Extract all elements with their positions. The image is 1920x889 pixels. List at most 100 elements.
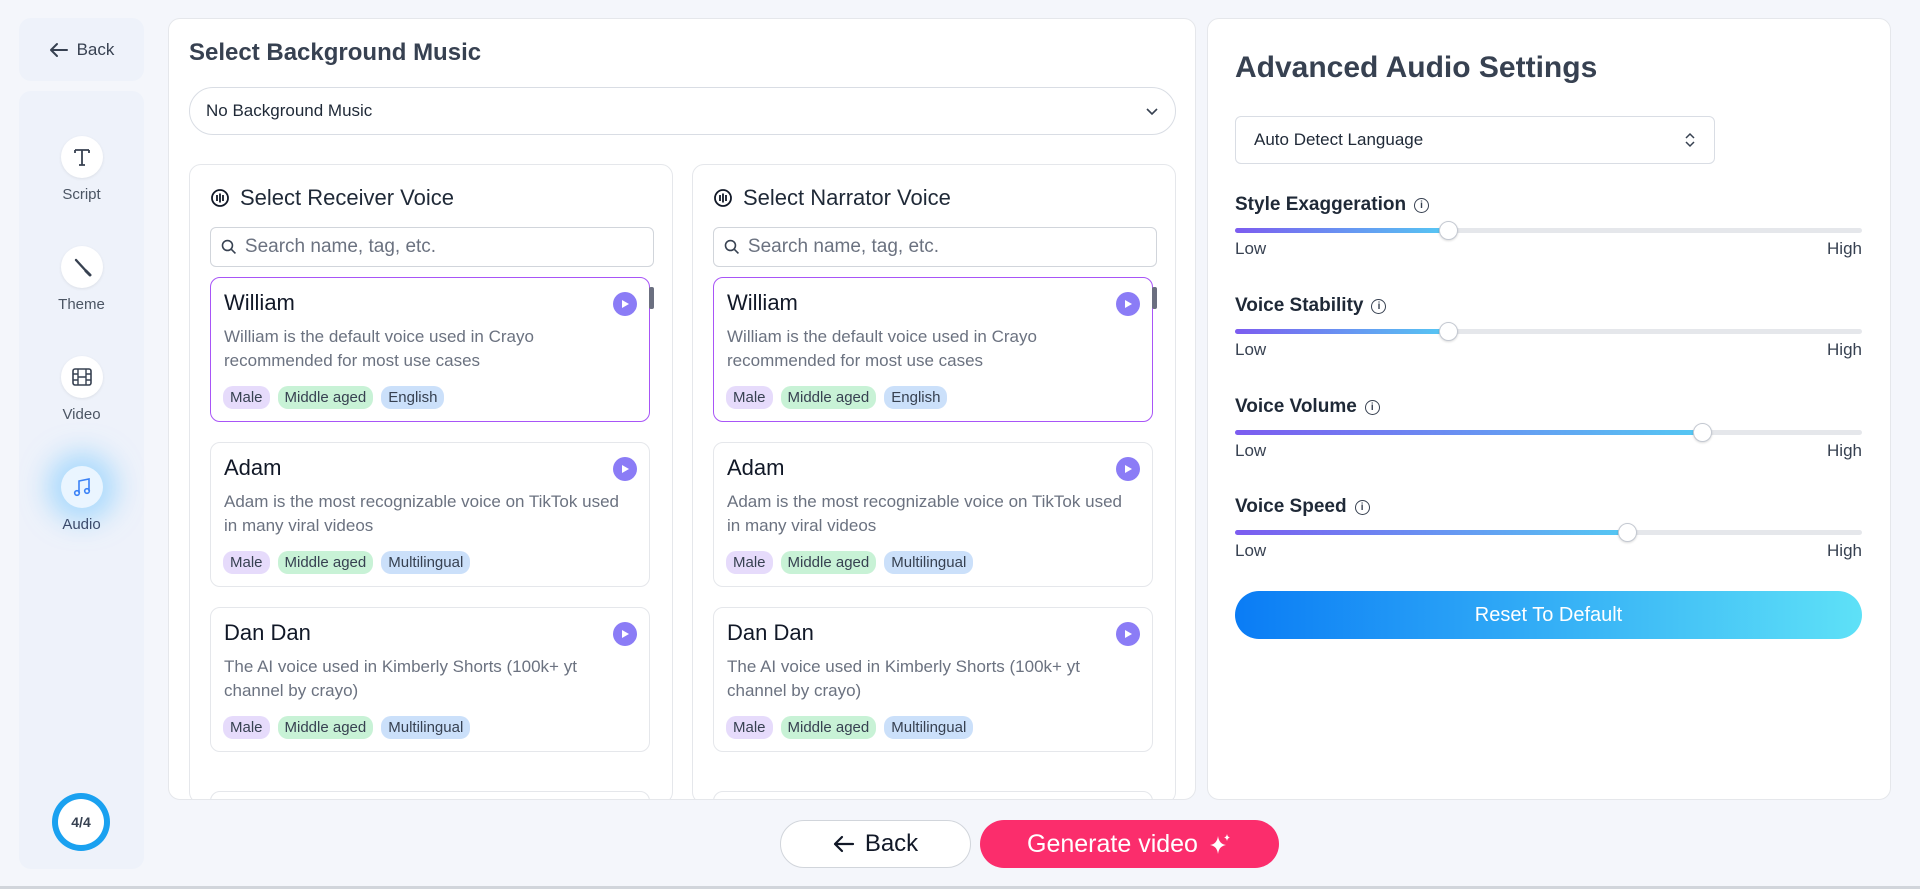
nav-item-label: Script (62, 186, 101, 203)
slider-high-label: High (1827, 441, 1862, 460)
voice-tag: Male (223, 386, 270, 409)
slider-fill (1235, 530, 1627, 535)
voice-name: Adam (224, 455, 282, 480)
voice-panel: Select Background Music No Background Mu… (168, 18, 1196, 800)
background-music-select[interactable]: No Background Music (189, 87, 1176, 135)
voice-tag: Multilingual (381, 551, 471, 574)
scrollbar-thumb[interactable] (649, 287, 654, 309)
slider-low-label: Low (1235, 541, 1267, 560)
info-icon[interactable]: i (1364, 399, 1380, 415)
generate-button-label: Generate video (1027, 829, 1198, 858)
search-icon (221, 239, 236, 255)
slider-high-label: High (1827, 239, 1862, 258)
slider-high-label: High (1827, 541, 1862, 560)
scrollbar-thumb[interactable] (1152, 287, 1157, 309)
text-icon (60, 136, 103, 178)
receiver-voice-card-dan-dan[interactable]: Dan Dan The AI voice used in Kimberly Sh… (210, 607, 650, 752)
narrator-voice-card-adam[interactable]: Adam Adam is the most recognizable voice… (713, 442, 1153, 587)
back-button[interactable]: Back (780, 820, 971, 868)
narrator-voice-title: Select Narrator Voice (713, 185, 951, 211)
voice-tag: Male (223, 716, 270, 739)
voice-name: William (727, 290, 798, 315)
nav-item-theme[interactable]: Theme (19, 246, 144, 313)
music-selected-value: No Background Music (206, 101, 373, 120)
voice-description: Adam is the most recognizable voice on T… (224, 492, 619, 535)
receiver-voice-column: Select Receiver Voice William William is… (189, 164, 673, 799)
slider-high-label: High (1827, 340, 1862, 359)
voice-tag: Multilingual (884, 716, 974, 739)
voice-name: Dan Dan (727, 620, 814, 645)
info-icon[interactable]: i (1354, 499, 1370, 515)
receiver-search-field[interactable] (210, 227, 654, 267)
play-icon[interactable] (613, 457, 637, 481)
slider-thumb[interactable] (1693, 423, 1713, 442)
voice-wave-icon (714, 189, 732, 207)
progress-ring: 4/4 (52, 793, 110, 851)
slider-thumb[interactable] (1439, 221, 1459, 240)
advanced-title: Advanced Audio Settings (1235, 51, 1598, 84)
voice-volume-slider[interactable] (1235, 423, 1862, 442)
voice-speed-slider[interactable] (1235, 523, 1862, 542)
chevron-down-icon (1146, 108, 1158, 116)
slider-label: Voice Volume (1235, 396, 1357, 417)
brush-icon (60, 246, 103, 288)
slider-low-label: Low (1235, 441, 1267, 460)
arrow-left-icon (833, 835, 854, 853)
receiver-search-input[interactable] (244, 236, 643, 258)
receiver-voice-card-william[interactable]: William William is the default voice use… (210, 277, 650, 422)
narrator-search-input[interactable] (747, 236, 1146, 258)
info-icon[interactable]: i (1414, 197, 1430, 213)
nav-item-label: Audio (62, 516, 101, 533)
play-icon[interactable] (1116, 292, 1140, 316)
nav-item-label: Theme (58, 296, 105, 313)
music-title: Select Background Music (189, 39, 482, 66)
voice-tag: Male (726, 551, 773, 574)
slider-fill (1235, 430, 1703, 435)
slider-label: Style Exaggeration (1235, 194, 1407, 215)
slider-voice-speed: Voice Speed i Low High (1235, 496, 1862, 561)
slider-thumb[interactable] (1617, 523, 1637, 542)
slider-fill (1235, 228, 1449, 233)
receiver-voice-title: Select Receiver Voice (210, 185, 454, 211)
nav-item-audio[interactable]: Audio (19, 466, 144, 533)
info-icon[interactable]: i (1371, 298, 1387, 314)
play-icon[interactable] (1116, 457, 1140, 481)
play-icon[interactable] (613, 292, 637, 316)
nav-item-script[interactable]: Script (19, 136, 144, 203)
slider-fill (1235, 329, 1449, 334)
voice-stability-slider[interactable] (1235, 322, 1862, 341)
voice-tag: Middle aged (780, 386, 877, 409)
music-icon (60, 466, 103, 508)
generate-video-button[interactable]: Generate video (980, 820, 1279, 868)
nav-item-video[interactable]: Video (19, 356, 144, 423)
receiver-voice-card-adam[interactable]: Adam Adam is the most recognizable voice… (210, 442, 650, 587)
narrator-search-field[interactable] (713, 227, 1157, 267)
language-select[interactable]: Auto Detect Language (1235, 116, 1715, 164)
voice-tag: Middle aged (277, 551, 374, 574)
narrator-voice-card-william[interactable]: William William is the default voice use… (713, 277, 1153, 422)
back-button-label: Back (864, 830, 919, 857)
voice-tag: Middle aged (277, 716, 374, 739)
sidebar-back-button[interactable]: Back (19, 18, 144, 81)
voice-card-partial (210, 791, 650, 799)
reset-to-default-button[interactable]: Reset To Default (1235, 591, 1862, 639)
sparkle-icon (1209, 834, 1230, 854)
slider-low-label: Low (1235, 340, 1267, 359)
chevron-up-down-icon (1685, 132, 1695, 148)
play-icon[interactable] (613, 622, 637, 646)
advanced-settings-panel: Advanced Audio Settings Auto Detect Lang… (1207, 18, 1891, 800)
slider-thumb[interactable] (1439, 322, 1459, 341)
play-icon[interactable] (1116, 622, 1140, 646)
slider-label: Voice Speed (1235, 496, 1347, 517)
voice-tag: Multilingual (884, 551, 974, 574)
voice-description: The AI voice used in Kimberly Shorts (10… (727, 657, 1080, 700)
voice-name: William (224, 290, 295, 315)
film-icon (60, 356, 103, 398)
voice-tag: Middle aged (780, 551, 877, 574)
narrator-voice-card-dan-dan[interactable]: Dan Dan The AI voice used in Kimberly Sh… (713, 607, 1153, 752)
voice-tag: Male (223, 551, 270, 574)
voice-description: William is the default voice used in Cra… (224, 327, 534, 370)
style-exaggeration-slider[interactable] (1235, 221, 1862, 240)
voice-name: Dan Dan (224, 620, 311, 645)
voice-tag: Middle aged (277, 386, 374, 409)
